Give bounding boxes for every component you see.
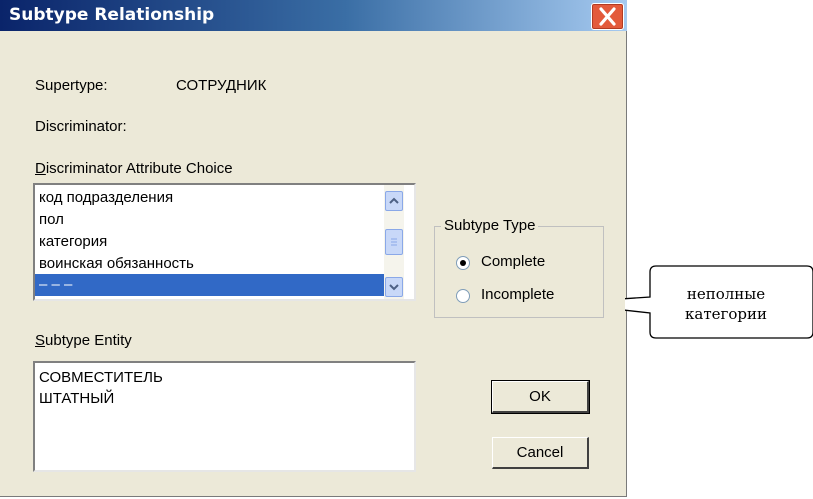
subtype-relationship-dialog: Subtype Relationship Supertype: СОТРУДНИ… [0, 0, 627, 497]
discriminator-label: Discriminator: [35, 118, 127, 135]
supertype-value: СОТРУДНИК [176, 77, 267, 94]
subtype-entity-listbox[interactable]: СОВМЕСТИТЕЛЬ ШТАТНЫЙ [33, 361, 416, 472]
list-item[interactable]: СОВМЕСТИТЕЛЬ [39, 367, 163, 389]
list-item[interactable]: ШТАТНЫЙ [39, 388, 114, 410]
ok-button[interactable]: OK [491, 380, 590, 414]
incomplete-radio-label[interactable]: Incomplete [481, 286, 554, 303]
scroll-down-button[interactable] [385, 277, 403, 297]
title-bar[interactable]: Subtype Relationship [0, 0, 627, 31]
close-icon [599, 7, 616, 26]
chevron-down-icon [389, 284, 399, 291]
close-button[interactable] [591, 3, 624, 30]
annotation-line-1: неполные [686, 285, 766, 303]
list-item[interactable]: пол [39, 209, 64, 231]
list-item[interactable]: воинская обязанность [39, 253, 194, 275]
annotation-line-2: категории [685, 305, 767, 323]
attribute-choice-listbox[interactable]: код подразделения пол категория воинская… [33, 183, 416, 301]
list-item[interactable]: код подразделения [39, 187, 173, 209]
list-item-selected[interactable]: – – – [35, 274, 384, 296]
annotation-text: неполные категории [661, 284, 791, 324]
complete-radio[interactable] [456, 256, 470, 270]
subtype-type-group: Subtype Type Complete Incomplete [434, 217, 604, 318]
window-title: Subtype Relationship [9, 5, 215, 25]
subtype-type-title: Subtype Type [441, 217, 539, 234]
supertype-label: Supertype: [35, 77, 108, 94]
cancel-button[interactable]: Cancel [492, 437, 589, 469]
radio-selected-dot [460, 260, 466, 266]
chevron-up-icon [389, 197, 399, 204]
attribute-choice-label: Discriminator Attribute Choice [35, 160, 233, 177]
vertical-scrollbar[interactable] [384, 185, 404, 299]
scroll-thumb[interactable] [385, 229, 403, 255]
complete-radio-label[interactable]: Complete [481, 253, 545, 270]
incomplete-radio[interactable] [456, 289, 470, 303]
grip-icon [391, 238, 397, 246]
subtype-entity-label: Subtype Entity [35, 332, 132, 349]
scroll-up-button[interactable] [385, 191, 403, 211]
list-item[interactable]: категория [39, 231, 107, 253]
